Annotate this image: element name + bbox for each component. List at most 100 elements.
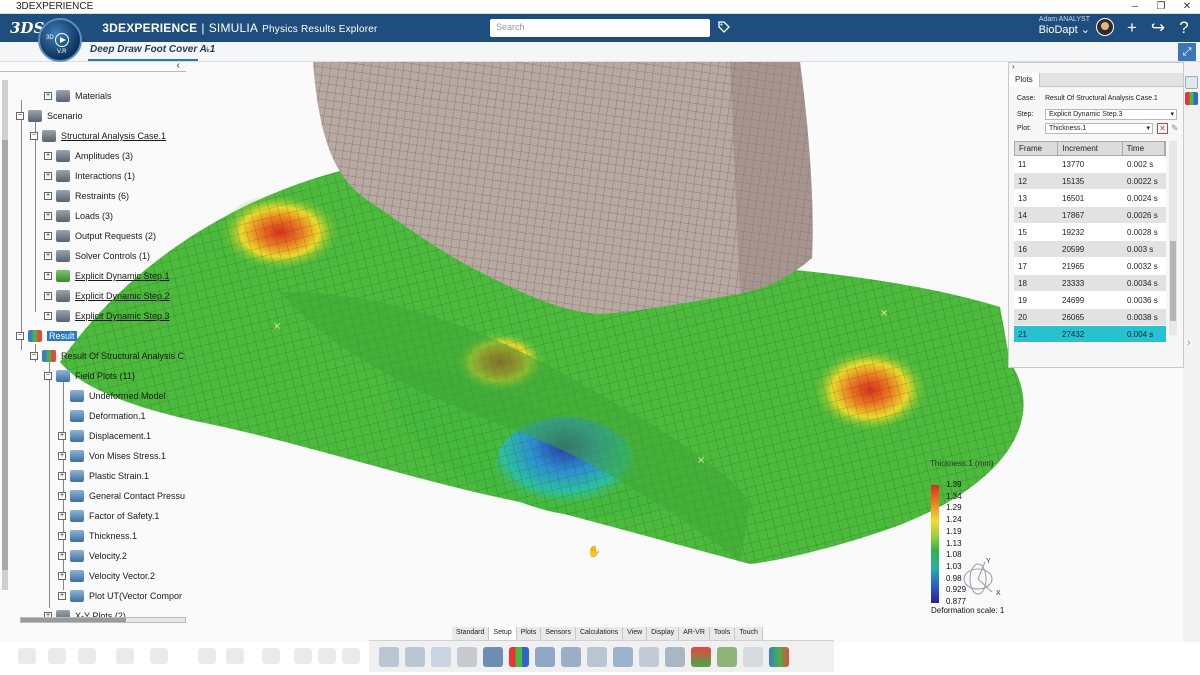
tree-item[interactable]: Undeformed Model bbox=[58, 388, 166, 404]
expand-icon[interactable]: + bbox=[58, 492, 66, 500]
action-tab[interactable]: View bbox=[623, 627, 648, 640]
action-tab[interactable]: Plots bbox=[516, 627, 542, 640]
tree-item[interactable]: + Velocity Vector.2 bbox=[58, 568, 155, 584]
expand-icon[interactable]: ⤢ bbox=[1178, 43, 1196, 61]
tag-icon[interactable] bbox=[717, 20, 731, 34]
tree-item[interactable]: + Restraints (6) bbox=[44, 188, 129, 204]
tree-item[interactable]: + Explicit Dynamic Step.2 bbox=[44, 288, 170, 304]
tree-item[interactable]: + Displacement.1 bbox=[58, 428, 151, 444]
expand-icon[interactable]: + bbox=[44, 272, 52, 280]
tree-item[interactable]: + Output Requests (2) bbox=[44, 228, 156, 244]
tree-item[interactable]: − Result bbox=[16, 328, 77, 344]
settings-icon[interactable] bbox=[717, 646, 737, 667]
search-input[interactable]: Search bbox=[490, 19, 710, 37]
tree-item[interactable]: − Structural Analysis Case.1 bbox=[30, 128, 166, 144]
collapse-icon[interactable]: − bbox=[44, 372, 52, 380]
tree-horizontal-scrollbar[interactable] bbox=[20, 617, 186, 623]
new-tab-button[interactable]: + bbox=[204, 44, 210, 56]
table-row[interactable]: 16 20599 0.003 s bbox=[1014, 241, 1166, 258]
table-scrollbar[interactable] bbox=[1169, 141, 1177, 335]
tree-item[interactable]: + Loads (3) bbox=[44, 208, 113, 224]
tree-item[interactable]: + Thickness.1 bbox=[58, 528, 137, 544]
expand-icon[interactable]: + bbox=[58, 472, 66, 480]
tree-item[interactable]: − Field Plots (11) bbox=[44, 368, 135, 384]
plot-color-icon[interactable] bbox=[1185, 92, 1198, 105]
add-icon[interactable]: + bbox=[1122, 18, 1142, 38]
tree-item[interactable]: + Interactions (1) bbox=[44, 168, 135, 184]
action-tab[interactable]: Setup bbox=[489, 627, 517, 640]
animate-icon[interactable] bbox=[587, 646, 607, 667]
plots-panel-toggle[interactable]: › bbox=[1009, 63, 1183, 73]
table-row[interactable]: 18 23333 0.0034 s bbox=[1014, 275, 1166, 292]
action-tab[interactable]: Sensors bbox=[541, 627, 576, 640]
action-tab[interactable]: Calculations bbox=[575, 627, 624, 640]
tree-item[interactable]: + Plastic Strain.1 bbox=[58, 468, 149, 484]
delete-plot-icon[interactable]: ✕ bbox=[1157, 123, 1168, 134]
collapse-icon[interactable]: − bbox=[16, 112, 24, 120]
results-plot-icon[interactable] bbox=[509, 646, 529, 667]
workspace-selector[interactable]: BioDapt ⌄ bbox=[1000, 23, 1090, 36]
collapse-icon[interactable]: − bbox=[30, 352, 38, 360]
action-tab[interactable]: AR-VR bbox=[679, 627, 710, 640]
export-icon[interactable] bbox=[769, 646, 789, 667]
tree-item[interactable]: + General Contact Pressu bbox=[58, 488, 185, 504]
table-icon[interactable] bbox=[561, 646, 581, 667]
table-row[interactable]: 11 13770 0.002 s bbox=[1014, 156, 1166, 173]
tab-plots[interactable]: Plots bbox=[1009, 73, 1040, 87]
tree-item[interactable]: + Explicit Dynamic Step.3 bbox=[44, 308, 170, 324]
expand-icon[interactable]: + bbox=[44, 252, 52, 260]
expand-icon[interactable]: + bbox=[44, 292, 52, 300]
table-row[interactable]: 14 17867 0.0026 s bbox=[1014, 207, 1166, 224]
table-row[interactable]: 15 19232 0.0028 s bbox=[1014, 224, 1166, 241]
action-tab[interactable]: Display bbox=[647, 627, 680, 640]
panel-icon[interactable] bbox=[1185, 76, 1198, 89]
play-icon[interactable] bbox=[55, 33, 69, 47]
collapse-tree-icon[interactable]: ‹ bbox=[177, 60, 180, 71]
expand-icon[interactable]: + bbox=[58, 512, 66, 520]
action-tab[interactable]: Touch bbox=[735, 627, 763, 640]
expand-icon[interactable]: + bbox=[44, 172, 52, 180]
sensor-icon[interactable] bbox=[665, 646, 685, 667]
table-row[interactable]: 20 26065 0.0038 s bbox=[1014, 309, 1166, 326]
tab-deep-draw[interactable]: Deep Draw Foot Cover A.1 bbox=[90, 44, 215, 55]
tree-item[interactable]: + Velocity.2 bbox=[58, 548, 127, 564]
minimize-icon[interactable]: – bbox=[1122, 1, 1148, 12]
table-row[interactable]: 12 15135 0.0022 s bbox=[1014, 173, 1166, 190]
tree-item[interactable]: − Result Of Structural Analysis C bbox=[30, 348, 184, 364]
tree-item[interactable]: + Solver Controls (1) bbox=[44, 248, 150, 264]
expand-icon[interactable]: + bbox=[58, 572, 66, 580]
edit-icon[interactable]: ✎ bbox=[1171, 123, 1179, 134]
table-row[interactable]: 17 21965 0.0032 s bbox=[1014, 258, 1166, 275]
tree-item[interactable]: Deformation.1 bbox=[58, 408, 146, 424]
expand-icon[interactable]: + bbox=[58, 552, 66, 560]
tree-item[interactable]: − Scenario bbox=[16, 108, 83, 124]
table-row[interactable]: 19 24699 0.0036 s bbox=[1014, 292, 1166, 309]
tree-item[interactable]: + Plot UT(Vector Compor bbox=[58, 588, 182, 604]
close-icon[interactable]: ✕ bbox=[1174, 1, 1200, 12]
expand-icon[interactable]: + bbox=[44, 312, 52, 320]
expand-icon[interactable]: + bbox=[58, 532, 66, 540]
paste-icon[interactable] bbox=[405, 646, 425, 667]
expand-icon[interactable]: + bbox=[44, 212, 52, 220]
display-icon[interactable] bbox=[535, 646, 555, 667]
tree-item[interactable]: + Amplitudes (3) bbox=[44, 148, 133, 164]
step-dropdown[interactable]: Explicit Dynamic Step.3 bbox=[1045, 109, 1177, 120]
tree-item[interactable]: + Von Mises Stress.1 bbox=[58, 448, 166, 464]
help-icon[interactable]: ? bbox=[1174, 18, 1194, 38]
expand-icon[interactable]: + bbox=[44, 232, 52, 240]
expand-icon[interactable]: + bbox=[58, 452, 66, 460]
filter-icon[interactable] bbox=[691, 646, 711, 667]
table-row[interactable]: 13 16501 0.0024 s bbox=[1014, 190, 1166, 207]
expand-icon[interactable]: + bbox=[44, 192, 52, 200]
compass-widget[interactable]: 3D V.R bbox=[38, 18, 82, 62]
undo-icon[interactable] bbox=[431, 646, 451, 667]
collapse-icon[interactable]: − bbox=[30, 132, 38, 140]
user-info[interactable]: Adam ANALYST BioDapt ⌄ bbox=[1000, 16, 1090, 36]
expand-icon[interactable]: + bbox=[58, 592, 66, 600]
cube-icon[interactable] bbox=[639, 646, 659, 667]
expand-icon[interactable]: + bbox=[44, 152, 52, 160]
expand-icon[interactable]: + bbox=[58, 432, 66, 440]
tree-item[interactable]: + Factor of Safety.1 bbox=[58, 508, 159, 524]
tree-item[interactable]: + Explicit Dynamic Step.1 bbox=[44, 268, 170, 284]
share-icon[interactable]: ↪ bbox=[1148, 18, 1168, 38]
